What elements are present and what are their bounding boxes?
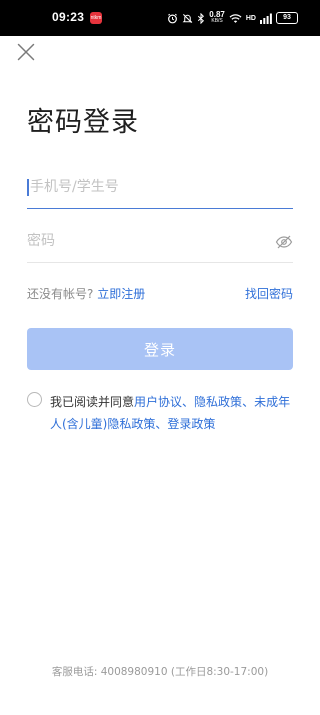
forgot-password-link[interactable]: 找回密码 [245, 285, 293, 302]
user-agreement-link[interactable]: 用户协议 [134, 395, 182, 409]
hd-indicator: HD [245, 14, 256, 22]
phone-field-container [27, 168, 293, 209]
agreement-separator: 、 [182, 395, 195, 409]
status-bar: 09:23 ntkm 0.87 KB/S HD 93 [0, 0, 320, 36]
wifi-icon [229, 13, 242, 23]
close-icon [17, 43, 35, 61]
password-field-container [27, 222, 293, 263]
login-policy-link[interactable]: 登录政策 [167, 417, 215, 431]
no-account-row: 还没有帐号? 立即注册 [27, 285, 145, 302]
privacy-policy-link[interactable]: 隐私政策 [194, 395, 242, 409]
eye-off-icon [275, 235, 293, 249]
service-phone: 客服电话: 4008980910 (工作日8:30-17:00) [51, 666, 269, 678]
battery-indicator: 93 [276, 12, 298, 24]
mute-icon [182, 13, 193, 23]
status-time: 09:23 [52, 10, 85, 24]
password-input[interactable] [27, 222, 257, 260]
agreement-text: 我已阅读并同意用户协议、隐私政策、未成年人(含儿童)隐私政策、登录政策 [50, 391, 295, 435]
network-speed: 0.87 KB/S [209, 11, 225, 25]
no-account-text: 还没有帐号? [27, 287, 94, 301]
phone-input[interactable] [27, 168, 260, 206]
close-button[interactable] [14, 40, 38, 64]
agreement-separator: 、 [242, 395, 255, 409]
page-title: 密码登录 [27, 107, 139, 138]
network-speed-value: 0.87 [209, 10, 225, 19]
agreement-checkbox[interactable] [27, 392, 42, 407]
bluetooth-icon [198, 12, 205, 24]
register-link[interactable]: 立即注册 [97, 287, 145, 301]
network-speed-unit: KB/S [211, 18, 223, 24]
agreement-separator: 、 [155, 417, 168, 431]
toggle-password-visibility-button[interactable] [275, 233, 293, 251]
agreement-prefix: 我已阅读并同意 [50, 395, 135, 409]
login-button[interactable]: 登录 [27, 328, 293, 370]
app-notification-icon: ntkm [90, 12, 102, 24]
status-icons: 0.87 KB/S HD 93 [167, 10, 298, 26]
signal-icon [260, 13, 272, 24]
alarm-icon [168, 13, 178, 23]
